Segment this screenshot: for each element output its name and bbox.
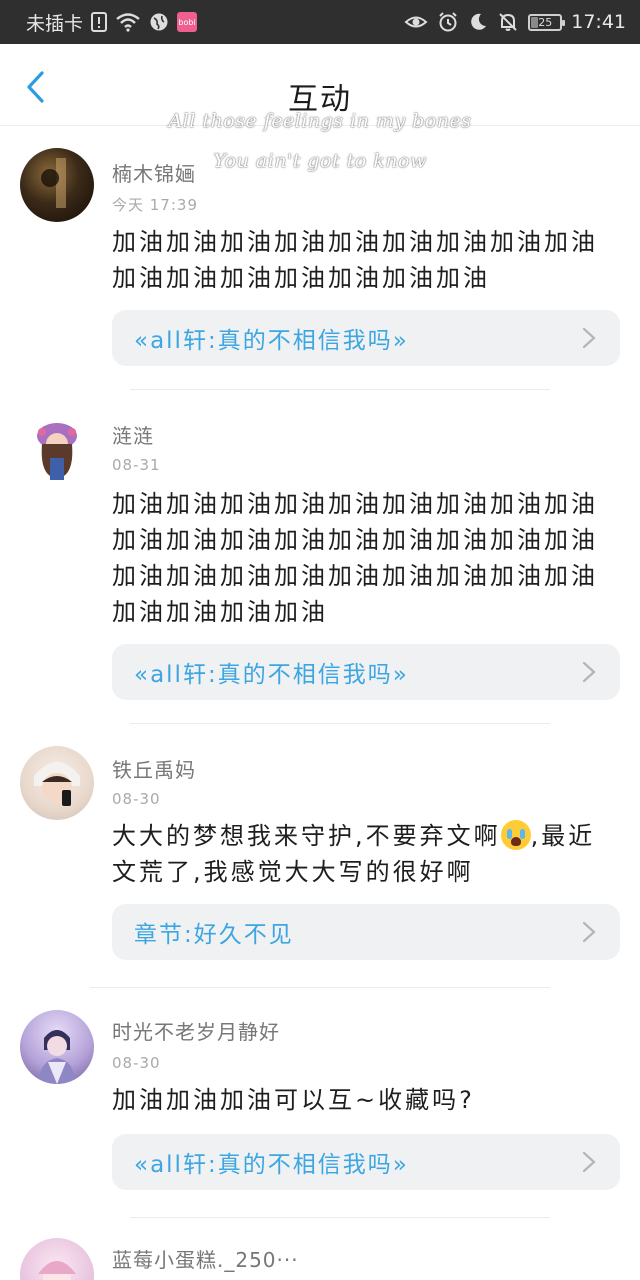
comment-date: 08-31 [112, 456, 161, 474]
lyric-line: All those feelings in my bones [168, 110, 472, 132]
alarm-icon [437, 11, 459, 33]
comment-item: 时光不老岁月静好 08-30 加油加油加油可以互~收藏吗? «all轩:真的不相… [0, 988, 640, 1218]
app-notification-icon: bobi [177, 12, 198, 32]
reference-card[interactable]: «all轩:真的不相信我吗» [112, 310, 620, 366]
avatar[interactable] [20, 414, 94, 488]
battery-icon: 25 [528, 13, 566, 31]
comment-list: 楠木锦婳 今天 17:39 加油加油加油加油加油加油加油加油加油加油加油加油加油… [0, 126, 640, 1280]
chevron-right-icon [582, 1151, 596, 1173]
comment-item: 涟涟 08-31 加油加油加油加油加油加油加油加油加油加油加油加油加油加油加油加… [0, 390, 640, 724]
comment-body: 加油加油加油加油加油加油加油加油加油加油加油加油加油加油加油加油加油加油加油加油… [112, 490, 598, 626]
moon-icon [468, 12, 488, 32]
reference-title: «all轩:真的不相信我吗» [134, 1152, 409, 1178]
comment-date: 今天 17:39 [112, 196, 198, 214]
reference-card[interactable]: «all轩:真的不相信我吗» [112, 1134, 620, 1190]
username[interactable]: 涟涟 [112, 420, 154, 449]
reference-card[interactable]: «all轩:真的不相信我吗» [112, 644, 620, 700]
crying-face-icon [500, 820, 531, 850]
avatar[interactable] [20, 1238, 94, 1280]
comment-date: 08-30 [112, 790, 161, 808]
comment-body: 加油加油加油加油加油加油加油加油加油加油加油加油加油加油加油加油 [112, 228, 598, 292]
chevron-right-icon [582, 327, 596, 349]
username[interactable]: 蓝莓小蛋糕._250··· [112, 1244, 299, 1273]
carrier-label: 未插卡 [26, 12, 84, 35]
chevron-right-icon [582, 921, 596, 943]
reference-title: «all轩:真的不相信我吗» [134, 662, 409, 688]
globe-icon [149, 12, 169, 32]
eye-comfort-icon [404, 13, 428, 31]
mute-bell-icon [497, 11, 519, 33]
reference-title: 章节:好久不见 [134, 922, 294, 948]
reference-card[interactable]: 章节:好久不见 [112, 904, 620, 960]
comment-body: 加油加油加油可以互~收藏吗? [112, 1086, 475, 1114]
username[interactable]: 铁丘禹妈 [112, 754, 196, 783]
chevron-right-icon [582, 661, 596, 683]
comment-text-part: 大大的梦想我来守护,不要弃文啊 [112, 822, 501, 850]
status-bar: 未插卡 bobi 25 17:41 [0, 0, 640, 44]
comment-item: 铁丘禹妈 08-30 大大的梦想我来守护,不要弃文啊 ,最近文荒了,我感觉大大写的… [0, 724, 640, 988]
comment-date: 08-30 [112, 1054, 161, 1072]
wifi-icon [115, 12, 141, 32]
avatar[interactable] [20, 746, 94, 820]
battery-level: 25 [538, 15, 553, 29]
clock: 17:41 [571, 11, 626, 33]
reference-title: «all轩:真的不相信我吗» [134, 328, 409, 354]
lyric-line: You ain't got to know [213, 150, 427, 172]
comment-item: 蓝莓小蛋糕._250··· [0, 1218, 640, 1280]
comment-body: 大大的梦想我来守护,不要弃文啊 ,最近文荒了,我感觉大大写的很好啊 [112, 818, 620, 890]
avatar[interactable] [20, 1010, 94, 1084]
username[interactable]: 时光不老岁月静好 [112, 1016, 280, 1045]
sim-alert-icon [91, 12, 108, 32]
